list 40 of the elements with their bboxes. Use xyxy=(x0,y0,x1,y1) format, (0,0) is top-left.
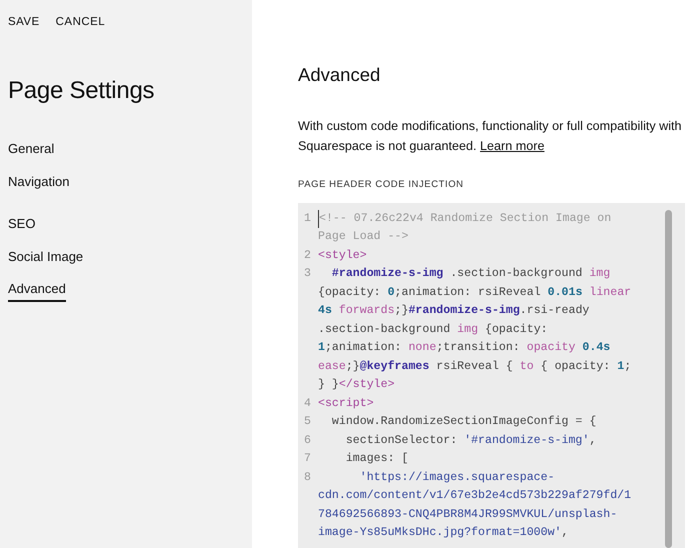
code-line: <!-- 07.26c22v4 Randomize Section Image on xyxy=(318,210,612,228)
description-text: With custom code modifications, functionality or full compatibility with Squarespace is not guaranteed. Learn more xyxy=(298,118,683,156)
sidebar-title: Page Settings xyxy=(8,76,156,106)
code-line: sectionSelector: '#randomize-s-img', xyxy=(344,432,596,449)
code-line: <script> xyxy=(318,396,374,412)
line-number: 5 xyxy=(304,414,312,430)
line-number: 7 xyxy=(304,451,312,468)
sidebar-item[interactable]: General xyxy=(8,139,54,160)
code-line: Page Load --> xyxy=(318,229,408,246)
line-number: 3 xyxy=(304,266,312,282)
code-line: .section-background img {opacity: xyxy=(318,322,548,338)
sidebar-item[interactable]: Navigation xyxy=(8,172,70,192)
sidebar-item[interactable]: SEO xyxy=(8,214,36,235)
scrollbar[interactable] xyxy=(665,210,672,548)
code-line: 4s forwards;}#randomize-s-img.rsi-ready xyxy=(318,303,590,320)
code-line: ease;}@keyframes rsiReveal { to { opacity: 1; xyxy=(318,358,632,375)
field-label: PAGE HEADER CODE INJECTION xyxy=(298,178,465,192)
code-line: window.RandomizeSectionImageConfig = { xyxy=(330,414,596,430)
line-number: 6 xyxy=(304,432,312,449)
line-number: 8 xyxy=(304,470,312,486)
sidebar-item[interactable]: Social Image xyxy=(8,246,84,268)
code-line: image-Ys85uMksDHc.jpg?format=1000w', xyxy=(318,525,568,542)
sidebar-item[interactable]: Advanced xyxy=(8,279,66,302)
line-number: 2 xyxy=(304,248,312,264)
code-line: 1;animation: none;transition: opacity 0.4s xyxy=(318,340,610,356)
code-line: 'https://images.squarespace- xyxy=(358,470,555,486)
code-line: cdn.com/content/v1/67e3b2e4cd573b229af279fd/1 xyxy=(318,488,632,504)
cancel-button[interactable]: CANCEL xyxy=(56,14,106,32)
section-title: Advanced xyxy=(298,64,382,86)
code-line: {opacity: 0;animation: rsiReveal 0.01s linear xyxy=(318,284,632,301)
code-editor[interactable] xyxy=(298,202,685,548)
save-button[interactable]: SAVE xyxy=(8,14,40,32)
code-line: #randomize-s-img .section-background img xyxy=(330,266,610,282)
line-number: 1 xyxy=(304,210,312,227)
code-line: <style> xyxy=(318,248,367,264)
code-line: } }</style> xyxy=(318,377,395,394)
learn-more-link[interactable]: Learn more xyxy=(480,139,544,154)
code-line: images: [ xyxy=(344,451,408,468)
code-line: 784692566893-CNQ4PBR8M4JR99SMVKUL/unsplash- xyxy=(318,506,618,523)
line-number: 4 xyxy=(304,396,312,412)
